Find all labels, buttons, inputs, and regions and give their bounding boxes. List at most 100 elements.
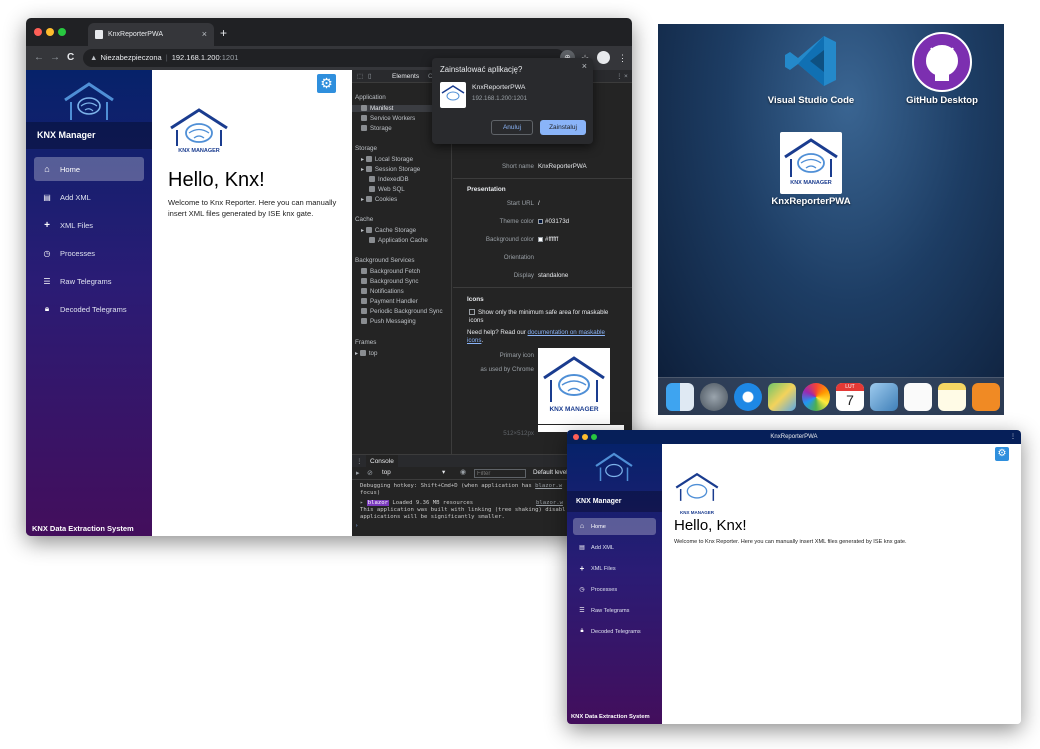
group-frames: Frames <box>355 339 377 346</box>
new-tab-button[interactable]: + <box>220 24 227 42</box>
reminders-icon[interactable] <box>904 383 932 411</box>
item-payment-handler[interactable]: Payment Handler <box>361 298 418 305</box>
notes-icon[interactable] <box>938 383 966 411</box>
tab-close-icon[interactable]: × <box>202 23 207 46</box>
maskable-checkbox[interactable]: Show only the minimum safe area for mask… <box>469 309 619 324</box>
github-desktop-icon[interactable] <box>912 32 972 92</box>
item-frame-top[interactable]: ▸ top <box>355 350 377 357</box>
books-icon[interactable] <box>972 383 1000 411</box>
item-cache-storage[interactable]: ▸ Cache Storage <box>361 227 416 234</box>
settings-gear-icon[interactable]: ⚙ <box>995 447 1009 461</box>
profile-avatar[interactable] <box>597 51 610 64</box>
launchpad-icon[interactable] <box>700 383 728 411</box>
expand-triangle-icon[interactable]: ▸ <box>360 500 367 506</box>
eye-icon[interactable]: ◉ <box>460 468 466 476</box>
calendar-icon[interactable]: LUT 7 <box>836 383 864 411</box>
nav-raw-telegrams[interactable]: ☰ Raw Telegrams <box>573 602 656 619</box>
forward-button[interactable]: → <box>50 50 60 66</box>
inspect-element-icon[interactable]: ⬚ <box>357 70 363 83</box>
nav-home[interactable]: ⌂ Home <box>34 157 144 181</box>
preview-icon[interactable] <box>870 383 898 411</box>
devtools-menu-icon[interactable]: ⋮ <box>616 70 623 83</box>
item-push-messaging[interactable]: Push Messaging <box>361 318 416 325</box>
omnibox-separator: | <box>165 53 168 62</box>
nav-raw-telegrams[interactable]: ☰ Raw Telegrams <box>34 269 144 293</box>
plus-icon: + <box>579 564 585 573</box>
grid-icon <box>365 166 372 172</box>
item-label: top <box>368 350 378 357</box>
nav-xml-files[interactable]: + XML Files <box>34 213 144 237</box>
lock-icon: 🔒︎ <box>44 304 50 313</box>
item-indexeddb[interactable]: IndexedDB <box>369 176 409 183</box>
clear-console-icon[interactable]: ⊘ <box>367 469 373 477</box>
item-service-workers[interactable]: Service Workers <box>361 115 415 122</box>
url-port: :1201 <box>219 53 239 62</box>
close-window-button[interactable] <box>34 28 42 36</box>
vscode-icon[interactable] <box>782 32 840 90</box>
item-background-fetch[interactable]: Background Fetch <box>361 268 420 275</box>
sidebar-toggle-icon[interactable]: ▸ <box>356 469 360 477</box>
item-background-sync[interactable]: Background Sync <box>361 278 419 285</box>
item-cookies[interactable]: ▸ Cookies <box>361 196 397 203</box>
nav-processes[interactable]: ◷ Processes <box>573 581 656 598</box>
item-web-sql[interactable]: Web SQL <box>369 186 405 193</box>
console-filter-input[interactable] <box>474 469 526 478</box>
nav-label: Raw Telegrams <box>591 607 630 614</box>
minimize-window-button[interactable] <box>46 28 54 36</box>
display-key: Display <box>513 272 534 279</box>
browser-menu-icon[interactable]: ⋮ <box>618 51 627 65</box>
nav-add-xml[interactable]: ▤ Add XML <box>34 185 144 209</box>
database-icon <box>365 227 372 233</box>
zoom-window-button[interactable] <box>58 28 66 36</box>
item-storage[interactable]: Storage <box>361 125 392 132</box>
background-color-value: #ffffff <box>538 236 558 243</box>
checkbox-box[interactable] <box>469 309 475 315</box>
nav-home[interactable]: ⌂ Home <box>573 518 656 535</box>
item-label: Push Messaging <box>370 318 416 325</box>
browser-tab[interactable]: KnxReporterPWA × <box>88 23 214 46</box>
nav-add-xml[interactable]: ▤ Add XML <box>573 539 656 556</box>
item-periodic-background-sync[interactable]: Periodic Background Sync <box>361 308 443 315</box>
safari-icon[interactable] <box>734 383 762 411</box>
item-local-storage[interactable]: ▸ Local Storage <box>361 156 413 163</box>
home-icon: ⌂ <box>44 164 50 174</box>
zoom-window-button[interactable] <box>591 434 597 440</box>
nav-processes[interactable]: ◷ Processes <box>34 241 144 265</box>
nav-decoded-telegrams[interactable]: 🔒︎ Decoded Telegrams <box>573 623 656 640</box>
finder-icon[interactable] <box>666 383 694 411</box>
maps-icon[interactable] <box>768 383 796 411</box>
item-application-cache[interactable]: Application Cache <box>369 237 428 244</box>
log-source[interactable]: blazor.w <box>535 483 562 489</box>
settings-gear-icon[interactable]: ⚙ <box>317 74 336 93</box>
tab-elements[interactable]: Elements <box>392 70 419 83</box>
devtools-close-icon[interactable]: × <box>624 70 628 83</box>
reload-button[interactable]: C <box>67 50 74 66</box>
knx-manager-icon[interactable]: KNX MANAGER <box>780 132 842 194</box>
context-select[interactable]: top ▾ <box>382 467 452 479</box>
item-notifications[interactable]: Notifications <box>361 288 404 295</box>
cancel-button[interactable]: Anuluj <box>491 120 533 135</box>
photos-icon[interactable] <box>802 383 830 411</box>
console-prompt[interactable]: › <box>355 523 358 530</box>
pwa-menu-icon[interactable]: ⋮ <box>1010 430 1016 444</box>
start-url-value: / <box>538 200 540 207</box>
log-levels-select[interactable]: Default levels <box>533 467 571 479</box>
lock-icon: 🔒︎ <box>580 628 584 634</box>
minimize-window-button[interactable] <box>582 434 588 440</box>
nav-xml-files[interactable]: + XML Files <box>573 560 656 577</box>
log-source[interactable]: blazor.w <box>536 500 563 507</box>
item-label: Manifest <box>370 105 394 112</box>
dialog-close-icon[interactable]: × <box>582 61 587 71</box>
back-button[interactable]: ← <box>34 50 44 66</box>
desktop-label: GitHub Desktop <box>906 95 978 106</box>
short-name-key: Short name <box>502 163 534 170</box>
knx-manager-logo-icon: KNX MANAGER <box>674 471 720 515</box>
dock: LUT 7 <box>658 377 1004 415</box>
theme-color-key: Theme color <box>499 218 534 225</box>
close-window-button[interactable] <box>573 434 579 440</box>
install-button[interactable]: Zainstaluj <box>540 120 586 135</box>
item-session-storage[interactable]: ▸ Session Storage <box>361 166 420 173</box>
device-toolbar-icon[interactable]: ▯ <box>368 70 372 83</box>
nav-decoded-telegrams[interactable]: 🔒︎ Decoded Telegrams <box>34 297 144 321</box>
desktop-label: KnxReporterPWA <box>771 196 851 207</box>
